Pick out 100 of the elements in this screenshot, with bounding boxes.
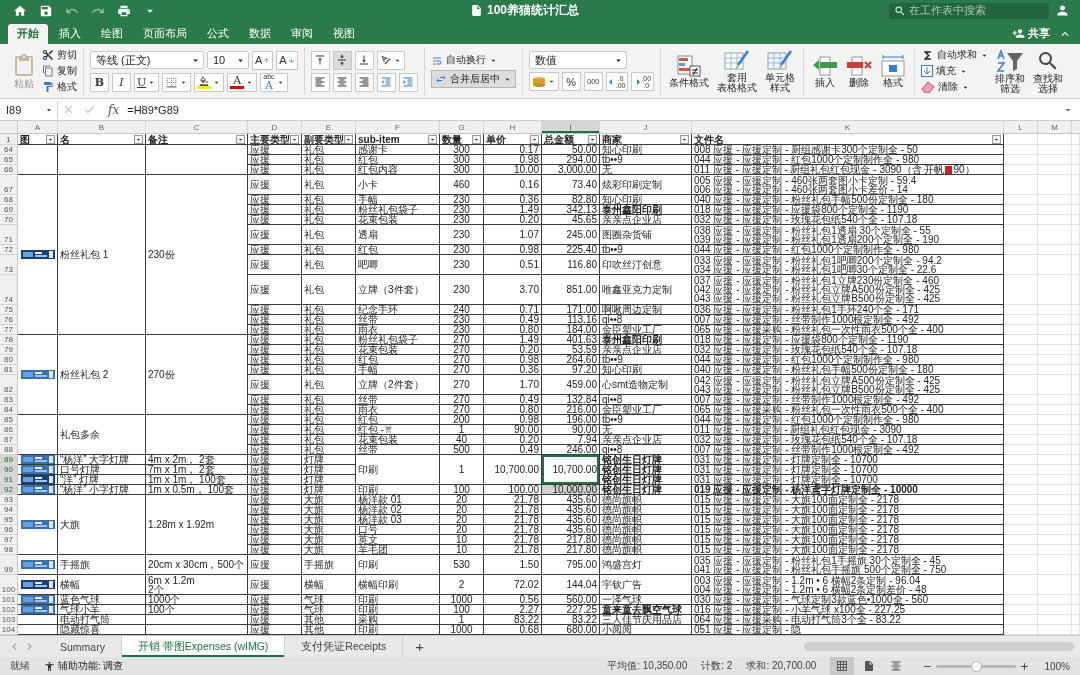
filter-button[interactable] [236,134,245,144]
clipboard-action[interactable]: 格式 [42,80,77,94]
table-cell: 应援 [248,225,302,246]
ribbon-tab[interactable]: 公式 [198,23,238,44]
shrink-font-button[interactable]: A [276,50,298,70]
cells-button[interactable]: 插入 [810,54,841,88]
accessibility-button[interactable]: 辅助功能: 调查 [44,659,124,673]
font-size-field[interactable]: 10 [207,51,249,69]
merge-center-button[interactable]: 合并后居中 [430,70,516,88]
italic-button[interactable]: I [112,72,131,92]
ribbon-tab[interactable]: 绘图 [92,23,132,44]
empty-cell [1038,225,1072,246]
wrap-text-button[interactable]: 自动换行 [430,54,516,67]
align-left-button[interactable] [310,72,330,92]
vertical-align-button[interactable] [354,50,374,70]
border-button[interactable] [162,72,192,92]
header-text: 总金额 [544,134,574,144]
column-letter[interactable]: B [58,121,146,134]
style-button[interactable]: 条件格式 [667,54,712,88]
status-stat: 求和: 20,700.00 [746,659,817,673]
ribbon-tab[interactable]: 数据 [240,23,280,44]
ribbon-tab[interactable]: 插入 [50,23,90,44]
cell-text: 032 应援 - 应援定制 - 玫瑰花包纸540个全 - 107.18 [694,345,918,355]
horizontal-scrollbar[interactable] [804,642,1074,652]
clipboard-action[interactable]: 剪切 [42,48,77,62]
empty-cell [1038,145,1072,156]
currency-button[interactable] [528,72,559,91]
filter-button[interactable] [530,134,539,144]
orientation-button[interactable] [376,50,405,70]
sheet-tab[interactable]: 开销 带图Expenses (wIMG) [121,636,286,657]
column-letter[interactable]: J [600,121,692,134]
font-name-field[interactable]: 等线 (正文) [90,51,204,69]
grow-font-button[interactable]: A [252,50,274,70]
table-cell: 印刷 [356,455,440,486]
search-field[interactable]: 在工作表中搜索 [889,2,1049,19]
table-cell: 10,700.00 [484,455,542,486]
table-cell: 印刷 [356,605,440,616]
home-icon [13,3,27,18]
ribbon-tab[interactable]: 审阅 [282,23,322,44]
filter-button[interactable] [290,134,299,144]
align-right-button[interactable] [354,72,374,92]
add-sheet-button[interactable]: + [403,636,436,657]
style-button[interactable]: 套用 表格格式 [715,49,760,93]
number-format-field[interactable]: 数值 [528,51,627,69]
filter-button[interactable] [472,134,481,144]
filter-button[interactable] [134,134,143,144]
table-cell: 心smt造物定制 [600,375,692,396]
font-color-button[interactable]: A [227,72,258,92]
table-cell: 21.78 [484,495,542,506]
slider-thumb[interactable] [971,660,983,672]
editing-button[interactable]: 自动求和 [921,48,990,62]
cell-text: 039 应援 - 应援定制 - 粉丝礼包1透扇200个定制全 - 190 [694,234,940,244]
style-button[interactable]: 单元格 样式 [763,49,798,93]
filter-button[interactable] [588,134,597,144]
formula-field[interactable]: =H89*G89 [127,103,1056,116]
share-button[interactable]: 共享 [1006,23,1056,44]
sort-filter-button[interactable]: 排序和 筛选 [993,48,1028,94]
fill-color-button[interactable] [194,72,225,92]
vertical-align-button[interactable] [332,50,352,70]
view-button[interactable] [830,657,855,675]
underline-button[interactable]: U [134,72,160,92]
clipboard-action[interactable]: 复制 [42,64,77,78]
percent-button[interactable]: % [561,72,581,91]
column-letter[interactable]: I [542,121,600,134]
align-center-button[interactable] [332,72,352,92]
insert-function-button[interactable]: fx [100,102,128,117]
table-cell: 851.00 [542,275,600,306]
ribbon-tab[interactable]: 开始 [8,23,48,44]
column-letter[interactable]: D [248,121,302,134]
table-cell: 印刷 [356,485,440,496]
empty-cell [1038,535,1072,546]
table-cell: 1.50 [484,555,542,576]
row-number: 1 [0,134,18,146]
editing-button[interactable]: 清除 [921,80,990,94]
column-letter[interactable]: C [146,121,248,134]
column-letter[interactable]: A [18,121,58,134]
editing-button[interactable]: 填充 [921,64,990,78]
ribbon-tab[interactable]: 视图 [324,23,364,44]
filter-button[interactable] [992,134,1001,144]
cells-button[interactable]: 格式 [878,54,909,88]
column-letter[interactable]: E [302,121,356,134]
filter-button[interactable] [46,134,55,144]
column-letter[interactable]: L [1004,121,1038,134]
column-letter[interactable]: G [440,121,484,134]
filter-button[interactable] [344,134,353,144]
find-select-button[interactable]: 查找和 选择 [1031,48,1066,94]
column-letter[interactable]: K [692,121,1004,134]
filter-button[interactable] [428,134,437,144]
filter-button[interactable] [680,134,689,144]
cells-button[interactable]: 删除 [844,54,875,88]
vertical-align-button[interactable] [310,50,330,70]
cell-text: 015 应援 - 应援定制 - 大旗100面定制全 - 2178 [694,495,900,505]
account-button[interactable] [1055,3,1070,19]
header-text: 数量 [442,134,462,144]
clipboard-icon [12,53,36,78]
column-letter[interactable]: F [356,121,440,134]
column-letter[interactable]: M [1038,121,1072,134]
bold-button[interactable]: B [90,72,109,92]
ribbon-tab[interactable]: 页面布局 [134,23,196,44]
name-box[interactable]: I89 [0,100,58,119]
